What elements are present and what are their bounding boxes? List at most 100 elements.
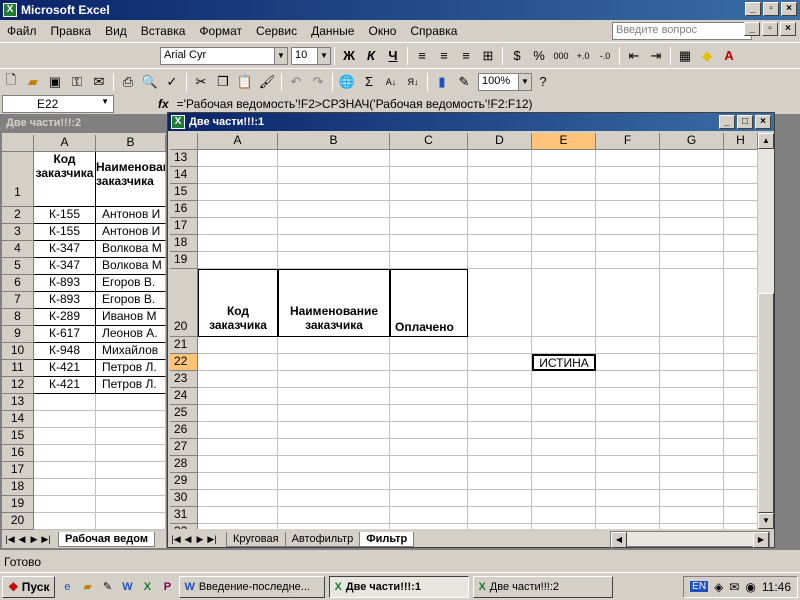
row-header[interactable]: 27 xyxy=(170,439,198,456)
empty-cell[interactable] xyxy=(532,371,596,388)
access-icon[interactable]: P xyxy=(159,579,175,595)
empty-cell[interactable] xyxy=(34,513,96,530)
minimize-button[interactable]: _ xyxy=(745,2,761,16)
cell-customer-code[interactable]: К-948 xyxy=(34,343,96,360)
empty-cell[interactable] xyxy=(198,150,278,167)
doc-restore-button[interactable]: ▫ xyxy=(762,22,778,36)
empty-cell[interactable] xyxy=(278,337,390,354)
empty-cell[interactable] xyxy=(96,445,166,462)
empty-cell[interactable] xyxy=(660,473,724,490)
empty-cell[interactable] xyxy=(532,269,596,337)
empty-cell[interactable] xyxy=(468,490,532,507)
cell-customer-code[interactable]: К-347 xyxy=(34,258,96,275)
empty-cell[interactable] xyxy=(390,252,468,269)
cell-customer-name[interactable]: Леонов А. xyxy=(96,326,166,343)
word-icon[interactable]: W xyxy=(119,579,135,595)
row-header[interactable]: 18 xyxy=(170,235,198,252)
empty-cell[interactable] xyxy=(660,252,724,269)
tab-pie[interactable]: Круговая xyxy=(226,531,286,547)
empty-cell[interactable] xyxy=(34,462,96,479)
row-header[interactable]: 25 xyxy=(170,405,198,422)
empty-cell[interactable] xyxy=(278,524,390,529)
copy-icon[interactable]: ❐ xyxy=(212,71,234,93)
permission-icon[interactable]: ⚿ xyxy=(66,71,88,93)
header-cell-name[interactable]: Наименование заказчика xyxy=(278,269,390,337)
empty-cell[interactable] xyxy=(390,371,468,388)
sort-desc-icon[interactable]: Я↓ xyxy=(402,71,424,93)
header-cell-paid[interactable]: Оплачено xyxy=(390,269,468,337)
empty-cell[interactable] xyxy=(724,167,758,184)
empty-cell[interactable] xyxy=(596,269,660,337)
tab-work-sheet[interactable]: Рабочая ведом xyxy=(58,531,155,547)
scroll-left-button[interactable]: ◀ xyxy=(611,532,627,548)
empty-cell[interactable] xyxy=(596,337,660,354)
cell-customer-name[interactable]: Петров Л. xyxy=(96,377,166,394)
empty-cell[interactable] xyxy=(34,496,96,513)
tab-first-icon[interactable]: |◀ xyxy=(4,534,16,545)
empty-cell[interactable] xyxy=(468,201,532,218)
empty-cell[interactable] xyxy=(724,456,758,473)
empty-cell[interactable] xyxy=(724,201,758,218)
empty-cell[interactable] xyxy=(532,473,596,490)
window-1-grid[interactable]: A B C D E F G H 13 14 15 16 17 18 19 20 Код заказчика Наи… xyxy=(170,133,758,529)
row-header[interactable]: 29 xyxy=(170,473,198,490)
pen-icon[interactable]: ✎ xyxy=(99,579,115,595)
empty-cell[interactable] xyxy=(390,490,468,507)
row-header[interactable]: 22 xyxy=(170,354,198,371)
menu-edit[interactable]: Правка xyxy=(44,24,99,38)
row-header[interactable]: 28 xyxy=(170,456,198,473)
empty-cell[interactable] xyxy=(660,354,724,371)
empty-cell[interactable] xyxy=(468,218,532,235)
empty-cell[interactable] xyxy=(596,473,660,490)
empty-cell[interactable] xyxy=(660,405,724,422)
empty-cell[interactable] xyxy=(278,439,390,456)
row-header[interactable]: 17 xyxy=(170,218,198,235)
cell-customer-code[interactable]: К-347 xyxy=(34,241,96,258)
increase-decimal-icon[interactable]: +.0 xyxy=(572,45,594,67)
row-header[interactable]: 10 xyxy=(2,343,34,360)
cell-customer-name[interactable]: Волкова М xyxy=(96,241,166,258)
empty-cell[interactable] xyxy=(596,201,660,218)
excel-quick-icon[interactable]: X xyxy=(139,579,155,595)
tray-icon[interactable]: ✉ xyxy=(729,580,739,594)
paste-icon[interactable]: 📋 xyxy=(234,71,256,93)
empty-cell[interactable] xyxy=(724,439,758,456)
empty-cell[interactable] xyxy=(198,490,278,507)
menu-insert[interactable]: Вставка xyxy=(134,24,193,38)
empty-cell[interactable] xyxy=(198,252,278,269)
select-all[interactable] xyxy=(170,133,198,150)
save-icon[interactable]: ▣ xyxy=(44,71,66,93)
cell-customer-name[interactable]: Егоров В. xyxy=(96,292,166,309)
empty-cell[interactable] xyxy=(724,337,758,354)
empty-cell[interactable] xyxy=(596,150,660,167)
empty-cell[interactable] xyxy=(532,490,596,507)
empty-cell[interactable] xyxy=(34,479,96,496)
empty-cell[interactable] xyxy=(724,422,758,439)
autosum-button[interactable]: Σ xyxy=(358,71,380,93)
row-header[interactable]: 18 xyxy=(2,479,34,496)
restore-button[interactable]: ▫ xyxy=(763,2,779,16)
empty-cell[interactable] xyxy=(532,507,596,524)
format-painter-icon[interactable]: 🖌 xyxy=(256,71,278,93)
empty-cell[interactable] xyxy=(278,201,390,218)
tab-first-icon[interactable]: |◀ xyxy=(170,534,182,545)
empty-cell[interactable] xyxy=(724,524,758,529)
menu-data[interactable]: Данные xyxy=(304,24,361,38)
empty-cell[interactable] xyxy=(660,269,724,337)
empty-cell[interactable] xyxy=(198,235,278,252)
empty-cell[interactable] xyxy=(660,337,724,354)
header-cell-b[interactable]: Наименование заказчика xyxy=(96,152,166,207)
empty-cell[interactable] xyxy=(390,184,468,201)
empty-cell[interactable] xyxy=(278,235,390,252)
empty-cell[interactable] xyxy=(532,150,596,167)
empty-cell[interactable] xyxy=(532,439,596,456)
empty-cell[interactable] xyxy=(278,405,390,422)
cell-customer-code[interactable]: К-893 xyxy=(34,292,96,309)
tab-filter[interactable]: Фильтр xyxy=(359,531,415,547)
cell-customer-name[interactable]: Михайлов xyxy=(96,343,166,360)
tray-icon[interactable]: ◉ xyxy=(745,580,755,594)
empty-cell[interactable] xyxy=(278,371,390,388)
empty-cell[interactable] xyxy=(532,201,596,218)
empty-cell[interactable] xyxy=(596,371,660,388)
empty-cell[interactable] xyxy=(724,490,758,507)
